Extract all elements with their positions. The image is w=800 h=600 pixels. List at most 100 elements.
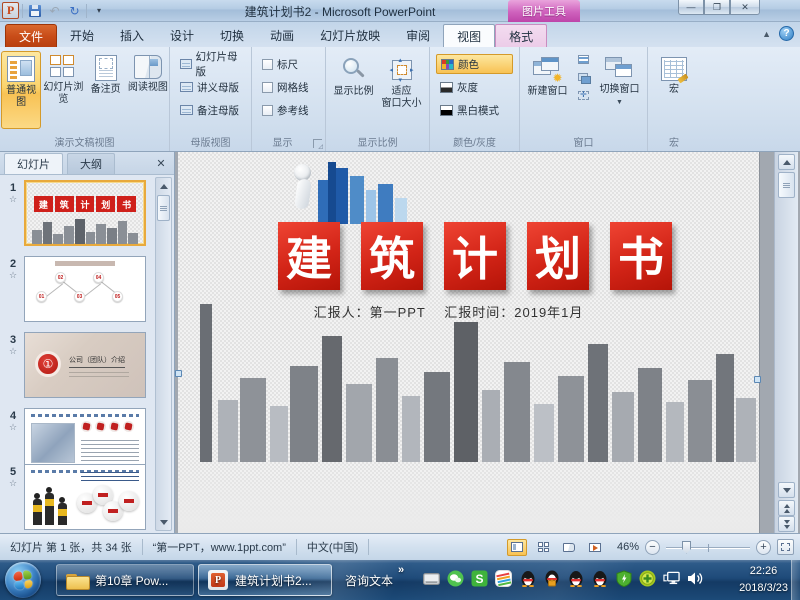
sogou-icon[interactable]: S <box>471 570 488 587</box>
minimize-ribbon-button[interactable]: ▲ <box>762 29 771 39</box>
gridlines-checkbox[interactable]: 网格线 <box>258 77 319 97</box>
zoom-slider[interactable] <box>666 540 750 555</box>
cascade-button[interactable] <box>576 70 592 84</box>
language-indicator[interactable]: 中文(中国) <box>297 539 368 555</box>
thumb-heading <box>55 261 115 266</box>
zoom-level[interactable]: 46% <box>611 541 639 553</box>
scroll-up-icon[interactable] <box>778 154 795 170</box>
taskbar-text-button[interactable]: 咨询文本 <box>336 564 402 596</box>
previous-slide-button[interactable] <box>778 500 795 516</box>
macros-button[interactable]: 宏 <box>651 51 697 129</box>
zoom-out-button[interactable]: − <box>645 540 660 555</box>
slide-master-button[interactable]: 幻灯片母版 <box>176 54 245 74</box>
scrollbar-thumb[interactable] <box>157 195 170 221</box>
grayscale-button[interactable]: 灰度 <box>436 77 513 97</box>
qq-icon[interactable] <box>567 570 584 587</box>
scrollbar-thumb[interactable] <box>778 172 795 198</box>
slide-thumbnail-1[interactable]: 1 ☆ 建筑计划书 <box>2 180 150 246</box>
city-skyline-image[interactable] <box>178 302 759 462</box>
tab-design[interactable]: 设计 <box>157 24 207 47</box>
network-icon[interactable] <box>663 570 680 587</box>
minimize-button[interactable]: — <box>678 0 704 15</box>
tab-file[interactable]: 文件 <box>5 24 57 47</box>
new-window-button[interactable]: ✹ 新建窗口 <box>522 51 574 129</box>
customize-qat-button[interactable]: ▾ <box>90 3 107 19</box>
tab-slideshow[interactable]: 幻灯片放映 <box>307 24 393 47</box>
notes-master-button[interactable]: 备注母版 <box>176 100 245 120</box>
ruler-checkbox[interactable]: 标尺 <box>258 54 319 74</box>
dialog-launcher-icon[interactable] <box>313 139 322 148</box>
statusbar-slideshow-button[interactable] <box>585 539 605 556</box>
keyboard-icon[interactable] <box>423 570 440 587</box>
next-slide-button[interactable] <box>778 516 795 532</box>
taskbar-overflow-chevron[interactable]: » <box>398 564 404 576</box>
tab-view[interactable]: 视图 <box>443 24 495 47</box>
switch-windows-button[interactable]: 切换窗口 ▼ <box>594 51 646 129</box>
tab-outline[interactable]: 大纲 <box>67 153 115 174</box>
color-mode-button[interactable]: 颜色 <box>436 54 513 74</box>
rainbow-app-icon[interactable] <box>495 570 512 587</box>
restore-button[interactable]: ❐ <box>704 0 730 15</box>
slide-thumbnail-2[interactable]: 2 ☆ 02 04 01 03 05 <box>2 256 150 322</box>
move-split-button[interactable] <box>576 88 592 102</box>
fit-to-window-button[interactable]: ◂▸ ▴▾ 适应窗口大小 <box>379 51 425 129</box>
slide-thumbnail-5[interactable]: 5 ☆ <box>2 464 150 530</box>
reading-view-button[interactable]: 阅读视图 <box>128 51 168 129</box>
thumb-heading <box>31 414 139 417</box>
coin-plus-icon[interactable] <box>639 570 656 587</box>
selection-handle-left[interactable] <box>175 370 182 377</box>
arrange-all-button[interactable] <box>576 52 592 66</box>
qq-briefcase-icon[interactable] <box>543 570 560 587</box>
wechat-icon[interactable] <box>447 570 464 587</box>
normal-view-button[interactable]: 普通视图 <box>1 51 41 129</box>
slide-canvas[interactable]: 建 筑 计 划 书 汇报人：第一PPT 汇报时间：2019年1月 <box>178 152 760 533</box>
taskbar-clock[interactable]: 22:26 2018/3/23 <box>739 563 788 597</box>
tab-transitions[interactable]: 切换 <box>207 24 257 47</box>
qq-icon[interactable] <box>519 570 536 587</box>
qq-icon[interactable] <box>591 570 608 587</box>
scroll-up-icon[interactable] <box>157 179 170 193</box>
tab-home[interactable]: 开始 <box>57 24 107 47</box>
zoom-in-button[interactable]: + <box>756 540 771 555</box>
show-desktop-button[interactable] <box>791 560 800 600</box>
taskbar-folder-button[interactable]: 第10章 Pow... <box>56 564 194 596</box>
statusbar-reading-view-button[interactable] <box>559 539 579 556</box>
security-shield-icon[interactable] <box>615 570 632 587</box>
tab-animations[interactable]: 动画 <box>257 24 307 47</box>
zoom-slider-thumb[interactable] <box>682 541 691 554</box>
start-button[interactable] <box>5 562 41 598</box>
taskbar-powerpoint-button[interactable]: P 建筑计划书2... <box>198 564 332 596</box>
clock-date: 2018/3/23 <box>739 580 788 597</box>
help-button[interactable]: ? <box>779 26 794 41</box>
slide-sorter-button[interactable]: 幻灯片浏览 <box>43 51 83 129</box>
guides-checkbox[interactable]: 参考线 <box>258 100 319 120</box>
statusbar-normal-view-button[interactable] <box>507 539 527 556</box>
close-panel-icon[interactable]: ✕ <box>153 156 169 171</box>
scroll-down-icon[interactable] <box>778 482 795 498</box>
tab-format[interactable]: 格式 <box>495 24 547 47</box>
selection-handle-right[interactable] <box>754 376 761 383</box>
undo-button[interactable]: ↶ <box>46 3 63 19</box>
zoom-button[interactable]: 显示比例 <box>331 51 377 129</box>
slide-thumbnail-3[interactable]: 3 ☆ ① 公司（团队）介绍 <box>2 332 150 398</box>
volume-icon[interactable] <box>687 570 704 587</box>
fit-slide-to-window-button[interactable] <box>777 539 794 555</box>
redo-icon: ↻ <box>69 4 79 18</box>
slide-title[interactable]: 建 筑 计 划 书 <box>278 222 672 290</box>
black-white-button[interactable]: 黑白模式 <box>436 100 513 120</box>
handout-master-button[interactable]: 讲义母版 <box>176 77 245 97</box>
notes-page-button[interactable]: 备注页 <box>86 51 126 129</box>
save-button[interactable] <box>26 3 43 19</box>
tab-slides[interactable]: 幻灯片 <box>4 153 63 174</box>
main-scrollbar[interactable] <box>774 152 798 533</box>
scroll-down-icon[interactable] <box>157 515 170 529</box>
powerpoint-app-icon[interactable]: P <box>2 2 19 19</box>
checkbox-icon <box>262 82 273 93</box>
panel-scrollbar[interactable] <box>155 177 172 531</box>
redo-button[interactable]: ↻ <box>66 3 83 19</box>
tab-insert[interactable]: 插入 <box>107 24 157 47</box>
tab-review[interactable]: 审阅 <box>393 24 443 47</box>
close-button[interactable]: ✕ <box>730 0 760 15</box>
statusbar-slide-sorter-button[interactable] <box>533 539 553 556</box>
clock-time: 22:26 <box>739 563 788 580</box>
